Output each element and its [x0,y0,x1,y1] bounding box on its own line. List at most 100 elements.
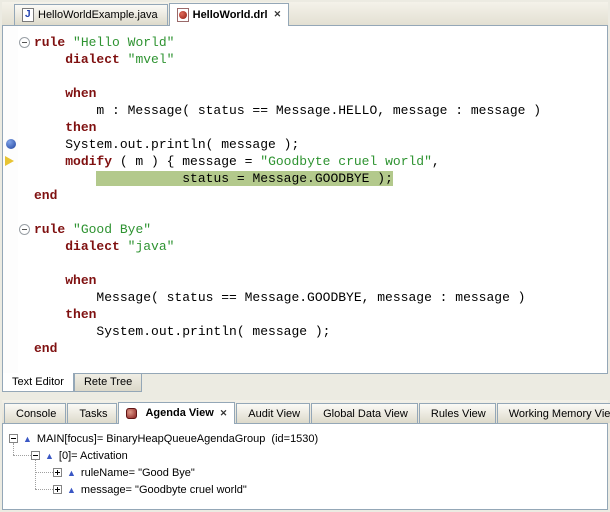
code-token [34,86,65,101]
code-line-6[interactable]: then [34,119,607,136]
code-token: m : Message( status == Message.HELLO, me… [34,103,541,118]
keyword-token: then [65,120,96,135]
code-line-5[interactable]: m : Message( status == Message.HELLO, me… [34,102,607,119]
keyword-token: when [65,86,96,101]
agenda-view-icon [126,408,137,419]
text-editor: rule "Hello World" dialect "mvel" when m… [2,26,608,374]
code-line-12[interactable]: rule "Good Bye" [34,221,607,238]
keyword-token: dialect [65,52,120,67]
view-tab-Working Memory View[interactable]: Working Memory View [497,403,610,423]
editor-tab-label: HelloWorldExample.java [38,9,158,21]
code-line-19[interactable]: end [34,340,607,357]
code-token [34,52,65,67]
app-window: { "colors": { "keyword": "#7f1010", "str… [0,0,610,512]
editor-tab-HelloWorldExample.java[interactable]: HelloWorldExample.java [14,4,168,25]
code-token [34,239,65,254]
view-tab-label: Working Memory View [509,408,610,420]
collapse-toggle-icon[interactable] [9,434,18,443]
code-token [65,35,73,50]
breakpoint-icon[interactable] [6,139,16,149]
code-line-9[interactable]: status = Message.GOODBYE ); [34,170,607,187]
code-line-7[interactable]: System.out.println( message ); [34,136,607,153]
collapse-toggle-icon[interactable] [19,224,30,235]
keyword-token: when [65,273,96,288]
code-area[interactable]: rule "Hello World" dialect "mvel" when m… [32,26,607,373]
code-line-16[interactable]: Message( status == Message.GOODBYE, mess… [34,289,607,306]
code-token [34,154,65,169]
view-tab-Tasks[interactable]: Tasks [67,403,117,423]
code-line-3[interactable] [34,68,607,85]
tree-item-label: message= "Goodbyte cruel world" [81,484,247,496]
expand-toggle-icon[interactable] [53,485,62,494]
keyword-token: dialect [65,239,120,254]
code-line-10[interactable]: end [34,187,607,204]
tree-row-2[interactable]: ▲ ruleName= "Good Bye" [3,464,607,481]
code-line-2[interactable]: dialect "mvel" [34,51,607,68]
agenda-item-icon: ▲ [23,434,32,444]
view-tab-Console[interactable]: Console [4,403,66,423]
agenda-item-icon: ▲ [67,468,76,478]
code-token [34,120,65,135]
view-tab-label: Global Data View [323,408,408,420]
code-line-4[interactable]: when [34,85,607,102]
code-line-13[interactable]: dialect "java" [34,238,607,255]
code-token [34,273,65,288]
code-line-17[interactable]: then [34,306,607,323]
code-token: System.out.println( message ); [34,137,299,152]
code-token: , [432,154,440,169]
close-tab-icon[interactable]: ✕ [274,9,282,20]
tree-item-label: ruleName= "Good Bye" [81,467,195,479]
collapse-toggle-icon[interactable] [31,451,40,460]
expand-toggle-icon[interactable] [53,468,62,477]
tree-row-1[interactable]: ▲[0]= Activation [3,447,607,464]
highlighted-token: status = Message.GOODBYE ); [96,171,392,186]
view-tab-label: Tasks [79,408,107,420]
keyword-token: rule [34,35,65,50]
agenda-item-icon: ▲ [67,485,76,495]
code-line-8[interactable]: modify ( m ) { message = "Goodbyte cruel… [34,153,607,170]
close-view-icon[interactable]: ✕ [220,408,228,419]
string-token: "java" [128,239,175,254]
view-tab-Rules View[interactable]: Rules View [419,403,496,423]
tree-item-label: [0]= Activation [59,450,128,462]
string-token: "Good Bye" [73,222,151,237]
agenda-tree: ▲ MAIN[focus]= BinaryHeapQueueAgendaGroup… [2,424,608,510]
tree-item-label: MAIN[focus]= BinaryHeapQueueAgendaGroup … [37,433,318,445]
tree-row-3[interactable]: ▲ message= "Goodbyte cruel world" [3,481,607,498]
page-tab-Text Editor[interactable]: Text Editor [2,373,74,392]
code-line-18[interactable]: System.out.println( message ); [34,323,607,340]
string-token: "Hello World" [73,35,174,50]
java-file-icon [22,8,34,22]
string-token: "Goodbyte cruel world" [260,154,432,169]
view-tab-Agenda View[interactable]: Agenda View ✕ [118,402,235,423]
view-tab-label: Agenda View [145,407,213,419]
code-token [120,52,128,67]
collapse-toggle-icon[interactable] [19,37,30,48]
folding-ruler [18,26,32,373]
code-line-14[interactable] [34,255,607,272]
view-tab-Global Data View[interactable]: Global Data View [311,403,418,423]
code-token [34,307,65,322]
code-token: Message( status == Message.GOODBYE, mess… [34,290,525,305]
page-tab-Rete Tree[interactable]: Rete Tree [74,374,142,392]
view-tab-bar: Console Tasks Agenda View ✕ Audit View Global… [2,400,608,424]
code-line-11[interactable] [34,204,607,221]
view-tab-label: Console [16,408,56,420]
code-token: ( m ) { message = [112,154,260,169]
debug-current-line-arrow-icon [5,156,14,166]
code-line-1[interactable]: rule "Hello World" [34,34,607,51]
keyword-token: end [34,341,57,356]
tree-row-0[interactable]: ▲ MAIN[focus]= BinaryHeapQueueAgendaGroup… [3,430,607,447]
editor-tab-label: HelloWorld.drl [193,9,268,21]
code-token [34,171,96,186]
editor-tab-HelloWorld.drl[interactable]: HelloWorld.drl ✕ [169,3,290,25]
keyword-token: end [34,188,57,203]
keyword-token: then [65,307,96,322]
string-token: "mvel" [128,52,175,67]
view-tab-Audit View[interactable]: Audit View [236,403,310,423]
editor-tab-bar: HelloWorldExample.java HelloWorld.drl ✕ [2,2,608,26]
marker-ruler[interactable] [3,26,18,373]
editor-page-tab-bar: Text EditorRete Tree [2,374,142,392]
code-line-15[interactable]: when [34,272,607,289]
drl-file-icon [177,8,189,22]
